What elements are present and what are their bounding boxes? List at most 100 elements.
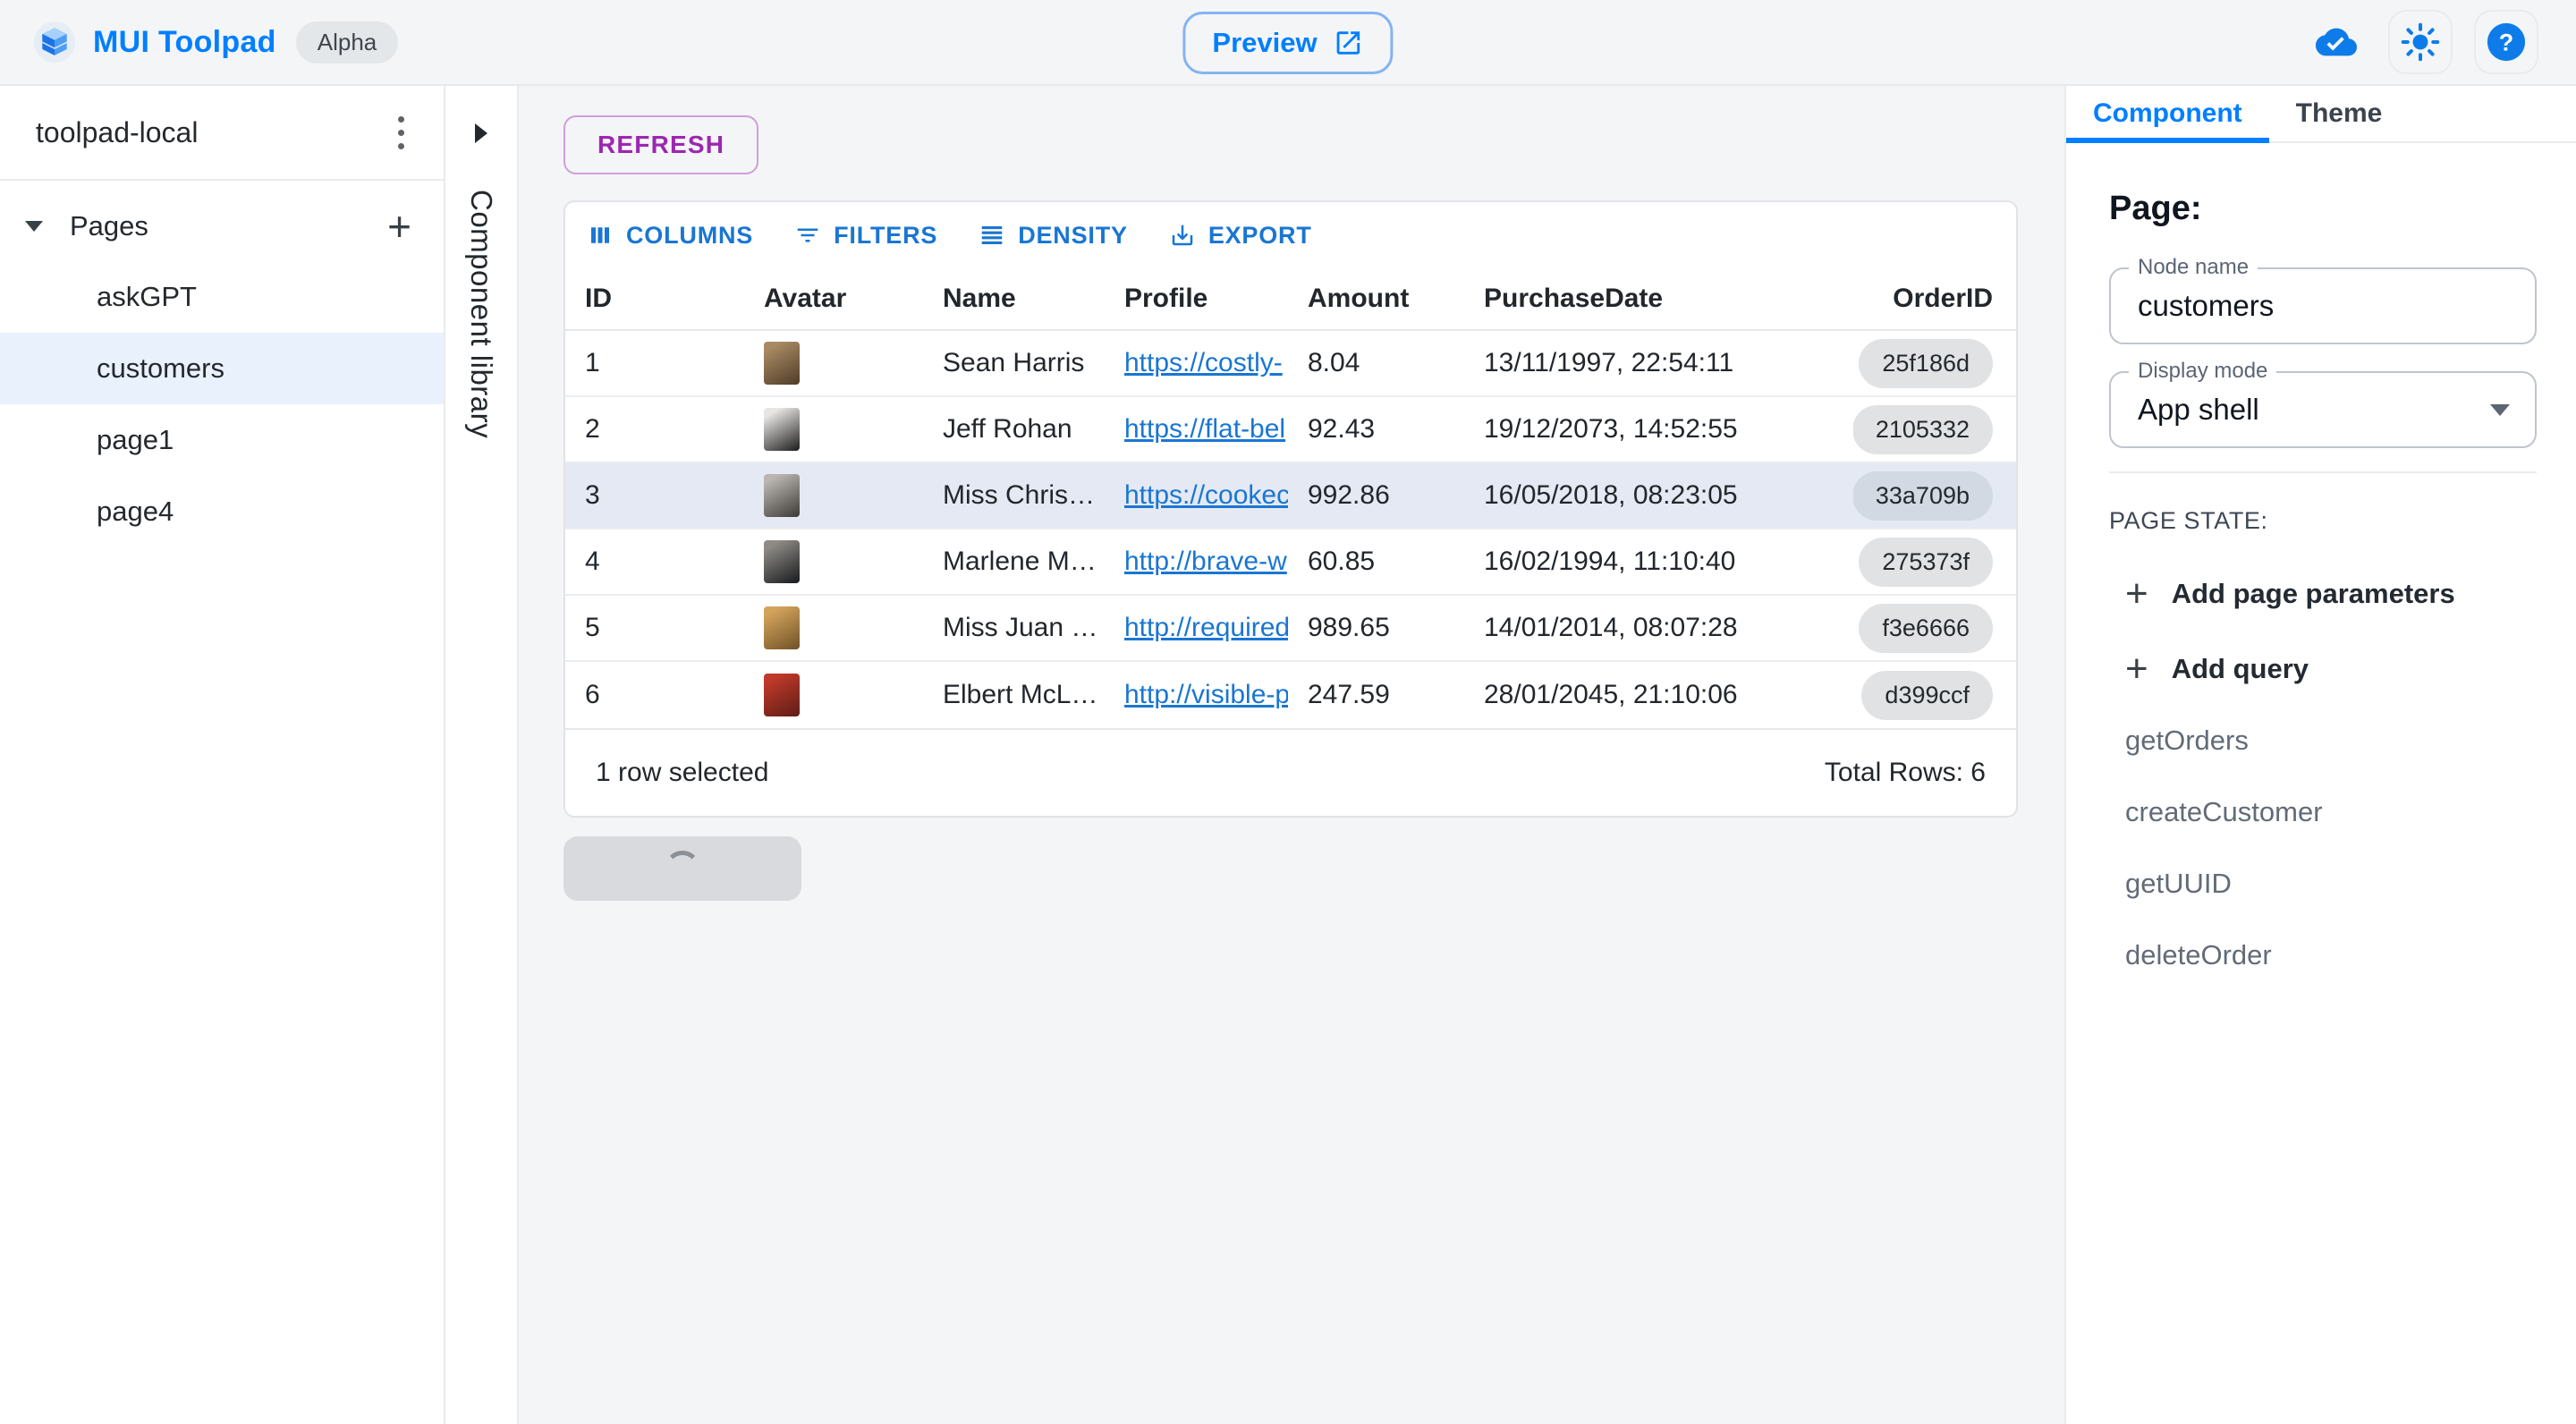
- cell-amount: 60.85: [1288, 547, 1464, 577]
- columns-button[interactable]: COLUMNS: [578, 222, 762, 250]
- data-grid: COLUMNS FILTERS DENSITY: [564, 200, 2018, 818]
- sidebar-item-customers[interactable]: customers: [0, 333, 444, 404]
- kebab-menu-icon[interactable]: [393, 111, 410, 155]
- cell-purchasedate: 16/02/1994, 11:10:40: [1464, 547, 1853, 577]
- sidebar-item-page1[interactable]: page1: [0, 404, 444, 476]
- table-row[interactable]: 5 Miss Juan … http://required 989.65 14/…: [565, 596, 2016, 662]
- order-id-chip: f3e6666: [1859, 604, 1993, 653]
- sidebar: toolpad-local Pages + askGPT customers p…: [0, 86, 445, 1424]
- table-row[interactable]: 2 Jeff Rohan https://flat-bel 92.43 19/1…: [565, 397, 2016, 463]
- cell-amount: 992.86: [1288, 480, 1464, 511]
- column-header-id[interactable]: ID: [565, 284, 744, 314]
- add-page-parameters-button[interactable]: + Add page parameters: [2109, 578, 2537, 610]
- cell-id: 2: [565, 414, 744, 445]
- cell-avatar: [744, 342, 923, 385]
- table-row[interactable]: 1 Sean Harris https://costly- 8.04 13/11…: [565, 331, 2016, 397]
- add-query-button[interactable]: + Add query: [2109, 653, 2537, 685]
- query-item-getuuid[interactable]: getUUID: [2109, 868, 2537, 900]
- profile-link[interactable]: https://costly-: [1124, 348, 1283, 377]
- cell-amount: 8.04: [1288, 348, 1464, 378]
- cell-name: Miss Juan …: [923, 613, 1105, 643]
- loading-button[interactable]: [564, 836, 801, 901]
- total-rows: Total Rows: 6: [1825, 758, 1986, 788]
- topbar-actions: ?: [2311, 10, 2553, 74]
- display-mode-select[interactable]: Display mode App shell: [2109, 371, 2537, 448]
- display-mode-label: Display mode: [2129, 359, 2276, 384]
- column-header-avatar[interactable]: Avatar: [744, 284, 923, 314]
- grid-toolbar: COLUMNS FILTERS DENSITY: [565, 202, 2016, 268]
- topbar: MUI Toolpad Alpha Preview: [0, 0, 2576, 86]
- preview-button[interactable]: Preview: [1182, 12, 1393, 74]
- filters-button[interactable]: FILTERS: [785, 222, 946, 250]
- cell-id: 3: [565, 480, 744, 511]
- table-row[interactable]: 6 Elbert McL… http://visible-p 247.59 28…: [565, 662, 2016, 728]
- node-name-input[interactable]: [2138, 289, 2508, 323]
- tab-component[interactable]: Component: [2066, 86, 2269, 141]
- node-name-field[interactable]: Node name: [2109, 267, 2537, 344]
- cell-avatar: [744, 606, 923, 649]
- cell-id: 5: [565, 613, 744, 643]
- avatar: [764, 408, 800, 451]
- cell-avatar: [744, 674, 923, 716]
- tab-theme[interactable]: Theme: [2269, 86, 2410, 141]
- sun-icon: [2401, 22, 2440, 62]
- sidebar-header: toolpad-local: [0, 86, 444, 181]
- pages-section-label: Pages: [70, 210, 148, 242]
- cell-amount: 989.65: [1288, 613, 1464, 643]
- view-columns-icon: [587, 222, 614, 249]
- node-name-label: Node name: [2129, 255, 2258, 280]
- density-button[interactable]: DENSITY: [970, 222, 1137, 250]
- project-name: toolpad-local: [36, 116, 198, 149]
- profile-link[interactable]: http://brave-w: [1124, 547, 1287, 576]
- query-item-deleteorder[interactable]: deleteOrder: [2109, 939, 2537, 971]
- column-header-amount[interactable]: Amount: [1288, 284, 1464, 314]
- main-layout: toolpad-local Pages + askGPT customers p…: [0, 86, 2576, 1424]
- cell-orderid: 2105332: [1853, 405, 2016, 454]
- column-header-profile[interactable]: Profile: [1105, 284, 1288, 314]
- query-item-createcustomer[interactable]: createCustomer: [2109, 796, 2537, 828]
- cell-orderid: 25f186d: [1853, 339, 2016, 388]
- cell-avatar: [744, 408, 923, 451]
- column-header-orderid[interactable]: OrderID: [1853, 284, 2016, 314]
- query-list: getOrders createCustomer getUUID deleteO…: [2109, 725, 2537, 971]
- sidebar-item-askgpt[interactable]: askGPT: [0, 261, 444, 333]
- profile-link[interactable]: http://required: [1124, 613, 1288, 642]
- sidebar-item-page4[interactable]: page4: [0, 476, 444, 547]
- refresh-button[interactable]: REFRESH: [564, 115, 758, 174]
- grid-footer: 1 row selected Total Rows: 6: [565, 728, 2016, 816]
- grid-header-row: ID Avatar Name Profile Amount PurchaseDa…: [565, 268, 2016, 331]
- avatar: [764, 540, 800, 583]
- profile-link[interactable]: https://cookec: [1124, 480, 1288, 510]
- table-row-selected[interactable]: 3 Miss Chris… https://cookec 992.86 16/0…: [565, 463, 2016, 530]
- profile-link[interactable]: https://flat-bel: [1124, 414, 1285, 444]
- add-query-label: Add query: [2172, 653, 2309, 685]
- cell-purchasedate: 19/12/2073, 14:52:55: [1464, 414, 1853, 445]
- order-id-chip: 2105332: [1853, 405, 1993, 454]
- cell-amount: 247.59: [1288, 680, 1464, 710]
- cell-purchasedate: 14/01/2014, 08:07:28: [1464, 613, 1853, 643]
- cell-id: 4: [565, 547, 744, 577]
- theme-toggle-button[interactable]: [2388, 10, 2453, 74]
- column-header-name[interactable]: Name: [923, 284, 1105, 314]
- query-item-getorders[interactable]: getOrders: [2109, 725, 2537, 757]
- collapse-caret-icon[interactable]: [25, 221, 43, 232]
- page-state-label: PAGE STATE:: [2109, 507, 2537, 535]
- svg-text:?: ?: [2499, 30, 2513, 56]
- display-mode-value: App shell: [2138, 393, 2259, 427]
- export-button[interactable]: EXPORT: [1160, 222, 1321, 250]
- profile-link[interactable]: http://visible-p: [1124, 680, 1288, 709]
- cell-profile: http://visible-p: [1105, 680, 1288, 710]
- add-page-button[interactable]: +: [387, 206, 411, 247]
- add-page-parameters-label: Add page parameters: [2172, 578, 2455, 610]
- alpha-badge: Alpha: [296, 21, 399, 64]
- cell-orderid: 275373f: [1853, 538, 2016, 587]
- table-row[interactable]: 4 Marlene M… http://brave-w 60.85 16/02/…: [565, 530, 2016, 596]
- expand-arrow-icon[interactable]: [475, 123, 487, 143]
- avatar: [764, 674, 800, 716]
- cell-id: 6: [565, 680, 744, 710]
- help-button[interactable]: ?: [2474, 10, 2538, 74]
- component-library-strip[interactable]: Component library: [445, 86, 519, 1424]
- cell-purchasedate: 13/11/1997, 22:54:11: [1464, 348, 1853, 378]
- column-header-purchasedate[interactable]: PurchaseDate: [1464, 284, 1853, 314]
- cell-profile: https://cookec: [1105, 480, 1288, 511]
